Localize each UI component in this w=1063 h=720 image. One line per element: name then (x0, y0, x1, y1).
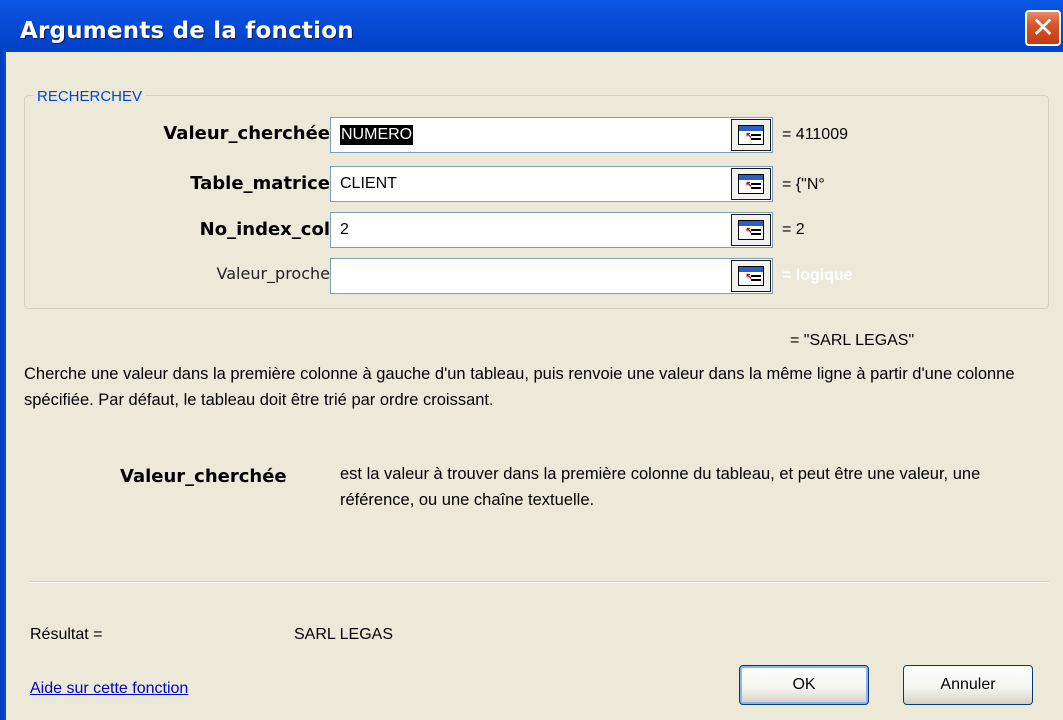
function-description: Cherche une valeur dans la première colo… (24, 365, 1015, 409)
arg-input-value: NUMERO (340, 125, 414, 145)
function-arguments-dialog: Arguments de la fonction ✕ RECHERCHEV Va… (0, 0, 1063, 720)
close-button[interactable]: ✕ (1025, 10, 1061, 46)
collapse-dialog-icon: ↖ (738, 220, 764, 240)
arg-result-valeur-proche: = logique (782, 267, 853, 284)
dialog-title: Arguments de la fonction (20, 18, 354, 44)
formula-result: = "SARL LEGAS" (790, 332, 915, 349)
collapse-dialog-button[interactable]: ↖ (731, 119, 771, 151)
arg-input-valeur-proche[interactable]: ↖ (330, 258, 773, 294)
arg-label-valeur-cherchee: Valeur_cherchée (163, 123, 330, 144)
arg-result-no-index-col: = 2 (782, 221, 805, 238)
result-value: SARL LEGAS (294, 626, 394, 643)
collapse-dialog-icon: ↖ (738, 174, 764, 194)
ok-button[interactable]: OK (739, 665, 869, 705)
arg-label-table-matrice: Table_matrice (190, 173, 330, 194)
result-label: Résultat = (30, 626, 103, 643)
arg-result-table-matrice: = {"N° (782, 176, 825, 193)
arg-input-no-index-col[interactable]: 2 ↖ (330, 212, 773, 248)
collapse-dialog-button[interactable]: ↖ (731, 260, 771, 292)
function-name: RECHERCHEV (34, 88, 146, 105)
arg-help-name: Valeur_cherchée (120, 466, 287, 487)
collapse-dialog-button[interactable]: ↖ (731, 168, 771, 200)
collapse-dialog-icon: ↖ (738, 266, 764, 286)
cancel-button[interactable]: Annuler (903, 665, 1033, 705)
separator (30, 581, 1049, 583)
arg-input-value: 2 (340, 221, 349, 238)
collapse-dialog-button[interactable]: ↖ (731, 214, 771, 246)
arg-help-text: est la valeur à trouver dans la première… (340, 465, 981, 509)
arg-input-valeur-cherchee[interactable]: NUMERO ↖ (330, 117, 773, 153)
arg-result-valeur-cherchee: = 411009 (782, 126, 848, 143)
arg-input-value: CLIENT (340, 175, 397, 192)
arg-label-valeur-proche: Valeur_proche (216, 264, 330, 283)
close-icon: ✕ (1031, 12, 1055, 43)
collapse-dialog-icon: ↖ (738, 125, 764, 145)
arg-input-table-matrice[interactable]: CLIENT ↖ (330, 166, 773, 202)
help-link[interactable]: Aide sur cette fonction (30, 680, 188, 698)
arg-label-no-index-col: No_index_col (199, 219, 330, 240)
